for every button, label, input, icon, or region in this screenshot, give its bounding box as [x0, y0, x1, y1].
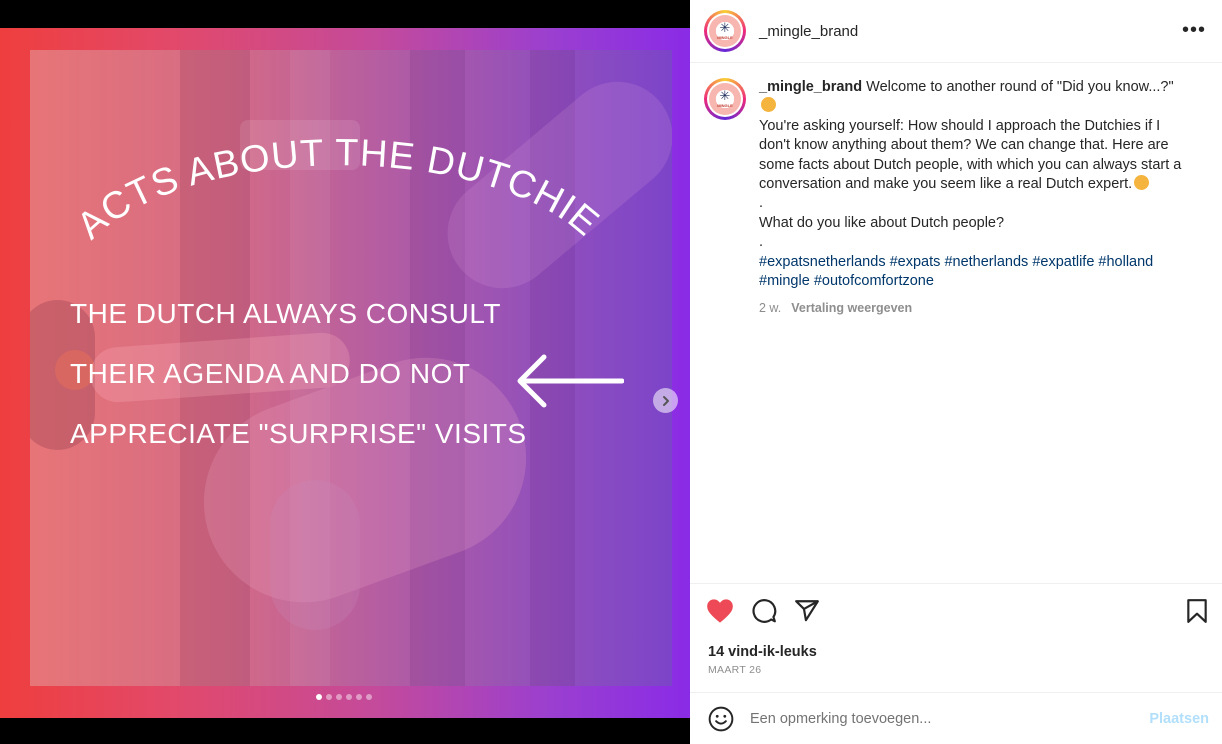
thinking-emoji-icon: [761, 97, 776, 113]
post-actions: 14 vind-ik-leuks MAART 26: [690, 583, 1222, 676]
grinning-emoji-icon: [1134, 175, 1150, 191]
avatar-logo: ✳ MINGLE: [709, 15, 741, 47]
header-username-link[interactable]: _mingle_brand: [759, 23, 858, 40]
next-slide-button[interactable]: [653, 388, 678, 413]
thumb-shape: [270, 480, 360, 630]
comment-input[interactable]: [750, 710, 1130, 727]
hashtag-link[interactable]: #expats: [890, 254, 941, 270]
curved-title: FACTS ABOUT THE DUTCHIES: [40, 83, 607, 243]
post-header: ✳ MINGLE _mingle_brand •••: [690, 0, 1222, 63]
slide-indicator: [316, 694, 372, 700]
bookmark-icon[interactable]: [1186, 598, 1208, 624]
translate-link[interactable]: Vertaling weergeven: [791, 301, 912, 315]
post-age: 2 w.: [759, 301, 782, 316]
like-heart-icon[interactable]: [706, 598, 734, 624]
caption-paragraph: You're asking yourself: How should I app…: [759, 117, 1182, 193]
caption-question: What do you like about Dutch people?: [759, 214, 1005, 231]
avatar-logo: ✳ MINGLE: [709, 83, 741, 115]
hashtag-link[interactable]: #outofcomfortzone: [814, 273, 934, 289]
fact-line-2: THEIR AGENDA AND DO NOT: [70, 358, 471, 389]
hashtag-link[interactable]: #holland: [1098, 254, 1153, 270]
fact-line-3: APPRECIATE "SURPRISE" VISITS: [70, 418, 527, 449]
emoji-picker-icon[interactable]: [708, 706, 734, 732]
avatar-brand-word: MINGLE: [717, 35, 733, 40]
brand-logo-icon: ✳: [719, 21, 731, 36]
avatar[interactable]: ✳ MINGLE: [704, 10, 746, 52]
caption-area: ✳ MINGLE _mingle_brand Welcome to anothe…: [690, 64, 1222, 582]
brand-logo-icon: ✳: [719, 89, 731, 104]
comment-icon[interactable]: [751, 598, 777, 624]
post-image[interactable]: FACTS ABOUT THE DUTCHIES THE DUTCH ALWAY…: [0, 28, 690, 718]
slide-dot: [316, 694, 322, 700]
hashtag-link[interactable]: #mingle: [759, 273, 810, 289]
svg-text:FACTS ABOUT THE DUTCHIES: FACTS ABOUT THE DUTCHIES: [40, 83, 607, 243]
slide-dot: [356, 694, 362, 700]
caption-avatar[interactable]: ✳ MINGLE: [704, 78, 746, 120]
caption-username-link[interactable]: _mingle_brand: [759, 79, 862, 95]
caption-text: _mingle_brand Welcome to another round o…: [759, 78, 1189, 319]
slide-dot: [336, 694, 342, 700]
post-comment-button[interactable]: Plaatsen: [1149, 711, 1209, 727]
chevron-right-icon: [662, 395, 669, 406]
caption-intro: Welcome to another round of "Did you kno…: [866, 79, 1174, 95]
slide-dot: [366, 694, 372, 700]
avatar-ring: ✳ MINGLE: [707, 81, 743, 117]
hashtag-list: #expatsnetherlands #expats #netherlands …: [759, 253, 1189, 292]
comment-bar: Plaatsen: [690, 692, 1222, 744]
more-options-icon[interactable]: •••: [1182, 20, 1206, 40]
post-side-panel: ✳ MINGLE _mingle_brand ••• ✳ MINGLE _min…: [690, 0, 1222, 744]
post-date: MAART 26: [708, 664, 762, 676]
avatar-ring: ✳ MINGLE: [707, 13, 743, 49]
avatar-brand-word: MINGLE: [717, 103, 733, 108]
hashtag-link[interactable]: #netherlands: [944, 254, 1028, 270]
slide-dot: [346, 694, 352, 700]
hashtag-link[interactable]: #expatlife: [1032, 254, 1094, 270]
caption-separator: .: [759, 195, 764, 212]
share-icon[interactable]: [794, 598, 820, 624]
post-media-panel: FACTS ABOUT THE DUTCHIES THE DUTCH ALWAY…: [0, 0, 690, 744]
left-arrow-icon: [517, 354, 624, 408]
slide-dot: [326, 694, 332, 700]
fact-line-1: THE DUTCH ALWAYS CONSULT: [70, 298, 502, 329]
caption-meta: 2 w. Vertaling weergeven: [759, 299, 1189, 318]
caption-separator: .: [759, 234, 764, 251]
hashtag-link[interactable]: #expatsnetherlands: [759, 254, 886, 270]
like-count[interactable]: 14 vind-ik-leuks: [708, 644, 817, 660]
